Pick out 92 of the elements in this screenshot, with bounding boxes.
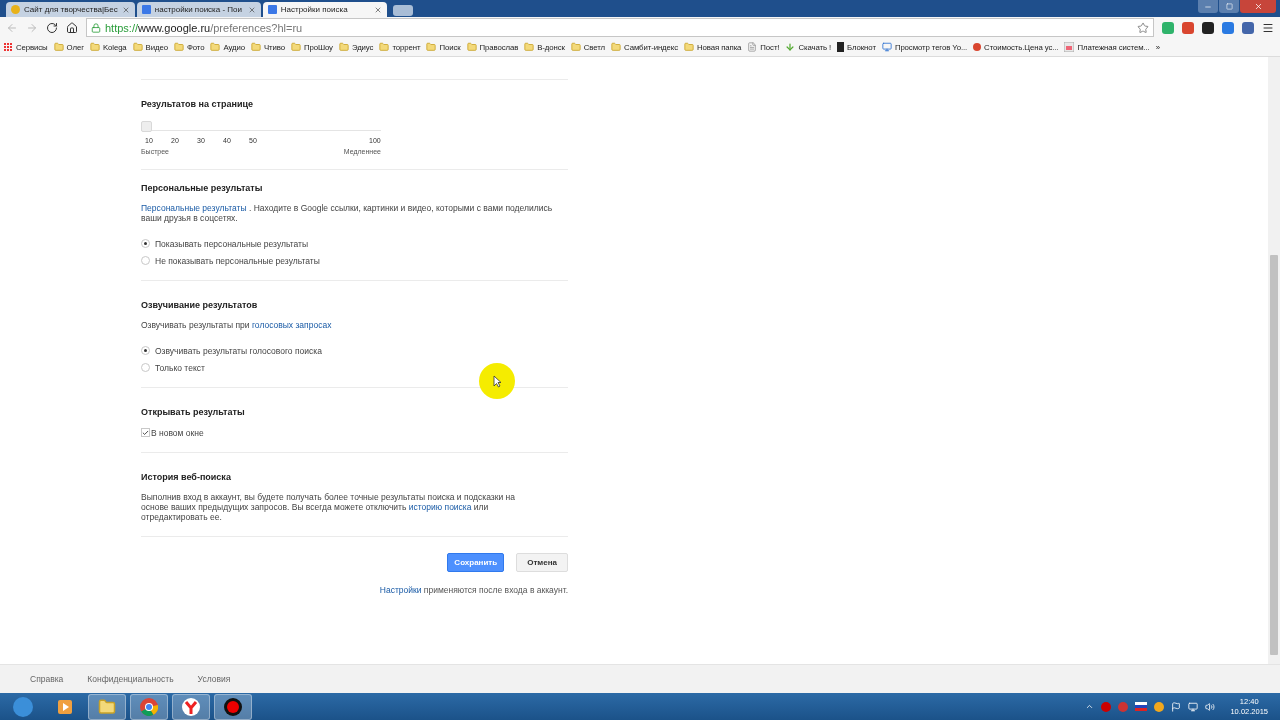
close-icon[interactable] — [247, 5, 256, 14]
maximize-button[interactable] — [1219, 0, 1239, 13]
folder-icon — [570, 42, 581, 52]
browser-tab[interactable]: Настройки поиска — [262, 2, 387, 17]
footer-link[interactable]: Конфиденциальность — [87, 674, 174, 684]
browser-tab[interactable]: Сайт для творчества|Бес — [6, 2, 135, 17]
ball-icon — [973, 43, 982, 51]
folder-icon — [684, 42, 694, 52]
folder-icon — [338, 42, 349, 52]
record-tray-icon — [1101, 701, 1112, 712]
record-icon — [224, 697, 242, 716]
monitor-icon — [881, 42, 892, 52]
lock-icon — [91, 22, 101, 33]
reload-icon[interactable] — [46, 21, 58, 34]
folder-icon — [89, 42, 100, 52]
description-text: Выполнив вход в аккаунт, вы будете получать более точные результаты поиска и подсказки на основе ваших предыдущих запросов. Вы всегда можете отключить историю поиска или отредактировать ее. — [141, 492, 517, 522]
address-bar[interactable]: https://www.google.ru/preferences?hl=ru — [86, 18, 1154, 37]
scrollbar[interactable] — [1268, 57, 1280, 664]
notepad-icon — [837, 42, 845, 52]
home-icon[interactable] — [66, 21, 78, 34]
folder-icon — [379, 42, 390, 52]
folder-icon — [524, 42, 535, 52]
slider-thumb[interactable] — [141, 121, 152, 132]
tray-app-icon — [1154, 701, 1165, 712]
folder-icon — [290, 42, 301, 52]
section-title: Открывать результаты — [141, 407, 246, 417]
radio-icon[interactable] — [141, 256, 150, 265]
close-icon — [1253, 2, 1263, 11]
folder-icon — [210, 42, 221, 52]
flag-icon[interactable] — [1171, 701, 1182, 712]
payment-icon — [1064, 42, 1075, 52]
folder-icon — [466, 42, 477, 52]
cancel-button[interactable]: Отмена — [516, 553, 568, 572]
folder-icon — [611, 42, 622, 52]
radio-icon[interactable] — [141, 239, 150, 248]
folder-icon — [426, 42, 437, 52]
radio-option[interactable]: Не показывать персональные результаты — [141, 255, 568, 266]
arrow-down-icon — [785, 42, 796, 52]
start-orb-icon — [13, 696, 33, 717]
tray-app-icon — [1118, 701, 1129, 712]
description-text: Озвучивать результаты при голосовых запросах — [141, 320, 333, 330]
extension-icon[interactable] — [1202, 21, 1214, 34]
radio-icon[interactable] — [141, 363, 150, 372]
new-tab-button[interactable] — [392, 5, 413, 16]
taskbar-button[interactable] — [172, 693, 210, 720]
bookmark-star-icon[interactable] — [1137, 21, 1149, 34]
section-title: Озвучивание результатов — [141, 300, 259, 310]
radio-option[interactable]: Озвучивать результаты голосового поиска — [141, 345, 568, 356]
network-icon[interactable] — [1188, 701, 1199, 712]
settings-link[interactable]: Настройки — [379, 585, 422, 595]
checkbox-option[interactable]: В новом окне — [141, 427, 568, 438]
search-history-link[interactable]: историю поиска — [408, 502, 472, 512]
checkbox[interactable] — [141, 428, 150, 437]
folder-icon — [173, 42, 184, 52]
language-flag-icon[interactable] — [1135, 702, 1148, 711]
page-icon — [747, 42, 758, 52]
section-title: История веб-поиска — [141, 472, 232, 482]
google-favicon-icon — [267, 5, 277, 14]
taskbar-button[interactable] — [214, 693, 252, 720]
apps-grid-icon — [4, 42, 13, 52]
personal-results-link[interactable]: Персональные результаты — [141, 203, 247, 213]
footer-link[interactable]: Справка — [30, 674, 64, 684]
folder-icon — [98, 697, 116, 716]
folder-icon — [53, 42, 64, 52]
close-icon[interactable] — [121, 5, 130, 14]
media-player-icon — [58, 699, 72, 714]
radio-option[interactable]: Только текст — [141, 362, 568, 373]
footer-link[interactable]: Условия — [197, 674, 231, 684]
note-text: Настройки применяются после входа в аккаунт. — [378, 585, 568, 595]
volume-icon[interactable] — [1205, 701, 1216, 712]
yandex-browser-icon — [182, 697, 200, 716]
section-title: Персональные результаты — [141, 183, 264, 193]
voice-queries-link[interactable]: голосовых запросах — [251, 320, 332, 330]
browser-tab[interactable]: настройки поиска - Пои — [136, 2, 261, 17]
radio-icon[interactable] — [141, 346, 150, 355]
url-text: https://www.google.ru/preferences?hl=ru — [105, 21, 304, 34]
section-title: Результатов на странице — [141, 99, 254, 109]
folder-icon — [132, 42, 143, 52]
radio-option[interactable]: Показывать персональные результаты — [141, 238, 568, 249]
taskbar-button[interactable] — [88, 693, 126, 720]
description-text: Персональные результаты . Находите в Google ссылки, картинки и видео, которыми с вами поделились ваши друзья в соцсетях. — [141, 203, 554, 223]
chrome-icon — [140, 697, 158, 716]
maximize-icon — [1225, 3, 1233, 10]
google-favicon-icon — [141, 5, 151, 14]
scrollbar-thumb[interactable] — [1270, 255, 1278, 655]
mouse-pointer-icon — [492, 374, 502, 388]
tray-expand-icon[interactable] — [1085, 702, 1095, 711]
site-favicon-icon — [11, 5, 20, 14]
minimize-button[interactable] — [1198, 0, 1218, 13]
menu-icon[interactable] — [1262, 21, 1274, 34]
close-icon[interactable] — [373, 5, 382, 14]
folder-icon — [250, 42, 261, 52]
